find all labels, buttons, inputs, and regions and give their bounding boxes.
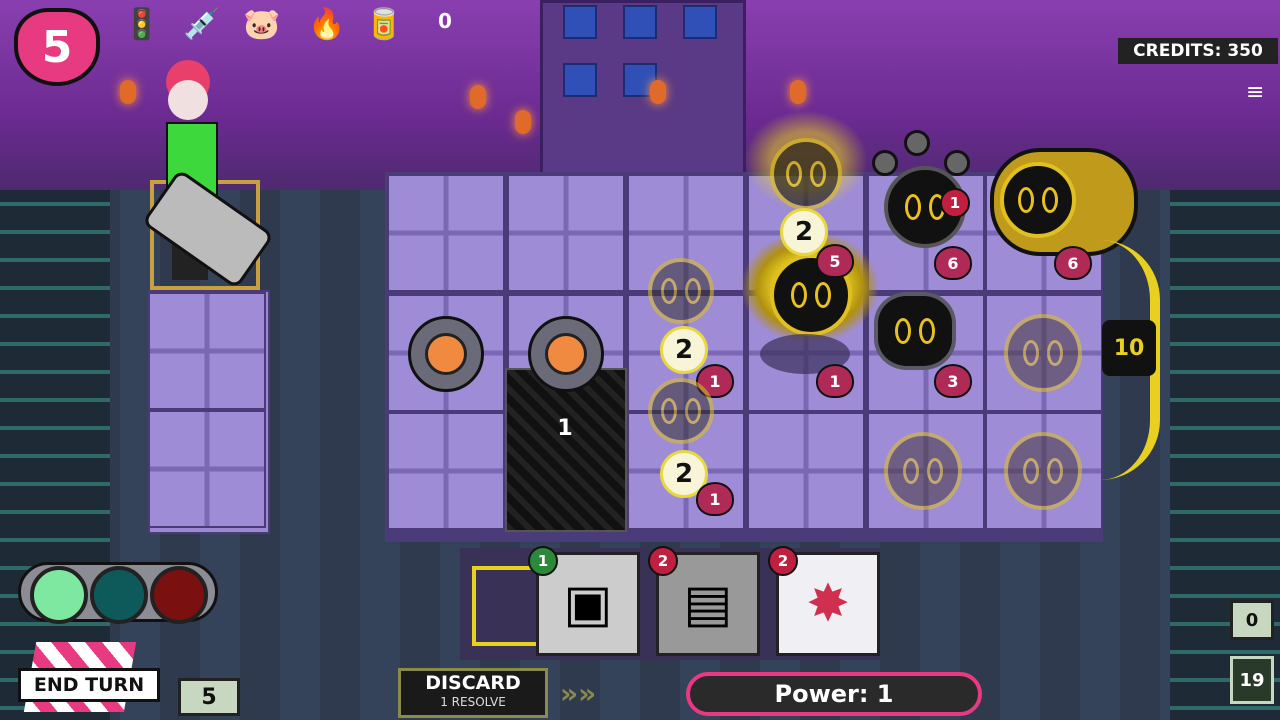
- lighter-icon[interactable]: 🔥: [305, 2, 349, 46]
- gold-boss-enemy[interactable]: [990, 148, 1138, 256]
- red-light[interactable]: [150, 566, 208, 624]
- lantern: [120, 80, 136, 104]
- right-pillar: [1170, 190, 1280, 720]
- eyestalk: [872, 150, 898, 176]
- board-tile[interactable]: [747, 412, 865, 530]
- chevron-right-icon: »»: [560, 677, 597, 710]
- enemy-eye: [903, 458, 919, 484]
- ghost-cat-enemy[interactable]: [648, 378, 714, 444]
- discard-cost: 1 RESOLVE: [440, 695, 506, 709]
- enemy-eye: [661, 278, 677, 304]
- enemy-health-heart: 6: [934, 246, 972, 280]
- black-block-obstacle[interactable]: 1: [505, 368, 627, 532]
- draw-pile[interactable]: 19: [1230, 656, 1274, 704]
- key-item-counter: 0: [420, 6, 470, 36]
- enemy-eye: [786, 161, 802, 187]
- credits-display: CREDITS: 350: [1118, 38, 1278, 64]
- eyestalk: [904, 130, 930, 156]
- enemy-eye: [791, 282, 807, 308]
- enemy-attack-badge: 2: [660, 326, 708, 374]
- chip-icon: ▤: [683, 574, 733, 634]
- enemy-eye: [661, 398, 677, 424]
- power-display: Power: 1: [686, 672, 982, 716]
- burst-icon: ✸: [806, 574, 850, 634]
- enemy-health-heart: 1: [816, 364, 854, 398]
- lantern: [790, 80, 806, 104]
- player-health-heart: 5: [14, 8, 100, 86]
- tower-window: [683, 5, 717, 39]
- discard-pile-count: 0: [1245, 609, 1259, 631]
- sun-spirit-ghost[interactable]: [770, 138, 842, 210]
- ghost-cat-enemy[interactable]: [648, 258, 714, 324]
- card-cost-badge: 2: [648, 546, 678, 576]
- enemy-attack-badge: 1: [940, 188, 970, 218]
- board-tile[interactable]: [387, 412, 505, 530]
- tower-window: [563, 5, 597, 39]
- empty-enemy-slot[interactable]: [1004, 314, 1082, 392]
- player-health-value: 5: [41, 21, 73, 73]
- boss-timer: 10: [1102, 320, 1156, 376]
- enemy-eye: [1023, 340, 1039, 366]
- menu-icon[interactable]: ≡: [1246, 80, 1268, 106]
- end-turn-button[interactable]: END TURN: [18, 668, 160, 702]
- enemy-eye: [685, 398, 701, 424]
- enemy-health-heart: 1: [696, 482, 734, 516]
- card-cost-badge: 2: [768, 546, 798, 576]
- syringe-icon[interactable]: 💉: [180, 2, 224, 46]
- orb-turret[interactable]: [408, 316, 484, 392]
- empty-enemy-slot[interactable]: [884, 432, 962, 510]
- enemy-eye: [1047, 340, 1063, 366]
- green-light[interactable]: [30, 566, 88, 624]
- lantern: [515, 110, 531, 134]
- discard-button[interactable]: DISCARD 1 RESOLVE: [398, 668, 548, 718]
- tower-window: [623, 5, 657, 39]
- enemy-eye: [895, 318, 911, 344]
- deck-pile[interactable]: 5: [178, 678, 240, 716]
- board-tile[interactable]: [387, 174, 505, 292]
- orb-turret[interactable]: [528, 316, 604, 392]
- card-cost-badge: 1: [528, 546, 558, 576]
- enemy-eye: [815, 282, 831, 308]
- enemy-eye: [685, 278, 701, 304]
- gold-boss-face: [1000, 162, 1076, 238]
- background-tower: [540, 0, 746, 186]
- eyestalk: [944, 150, 970, 176]
- enemy-eye: [1047, 458, 1063, 484]
- enemy-health-heart: 6: [1054, 246, 1092, 280]
- discard-pile[interactable]: 0: [1230, 600, 1274, 640]
- key-item-count: 0: [438, 9, 452, 33]
- player-tile[interactable]: [148, 410, 266, 528]
- left-pillar: [0, 190, 110, 720]
- enemy-eye: [1023, 458, 1039, 484]
- shadow-cat-enemy[interactable]: [874, 292, 956, 370]
- empty-enemy-slot[interactable]: [1004, 432, 1082, 510]
- enemy-eye: [919, 318, 935, 344]
- player-face: [168, 80, 208, 120]
- discard-label: DISCARD: [425, 672, 521, 694]
- lantern: [470, 85, 486, 109]
- enemy-health-heart: 3: [934, 364, 972, 398]
- enemy-eye: [810, 161, 826, 187]
- deck-count: 5: [201, 684, 217, 710]
- teal-light[interactable]: [90, 566, 148, 624]
- lantern: [650, 80, 666, 104]
- enemy-eye: [905, 194, 921, 220]
- traffic-light-icon[interactable]: 🚦: [120, 2, 164, 46]
- enemy-eye: [1018, 187, 1034, 213]
- enemy-eye: [927, 458, 943, 484]
- player-tile[interactable]: [148, 292, 266, 410]
- orb-core: [545, 333, 587, 375]
- tower-window: [563, 63, 597, 97]
- block-counter: 1: [557, 415, 573, 441]
- enemy-eye: [1042, 187, 1058, 213]
- piggy-bank-icon[interactable]: 🐷: [240, 2, 284, 46]
- orb-core: [425, 333, 467, 375]
- can-icon[interactable]: 🥫: [362, 2, 406, 46]
- enemy-health-heart: 5: [816, 244, 854, 278]
- chip-icon: ▣: [563, 574, 613, 634]
- draw-pile-count: 19: [1239, 669, 1265, 691]
- board-tile[interactable]: [507, 174, 625, 292]
